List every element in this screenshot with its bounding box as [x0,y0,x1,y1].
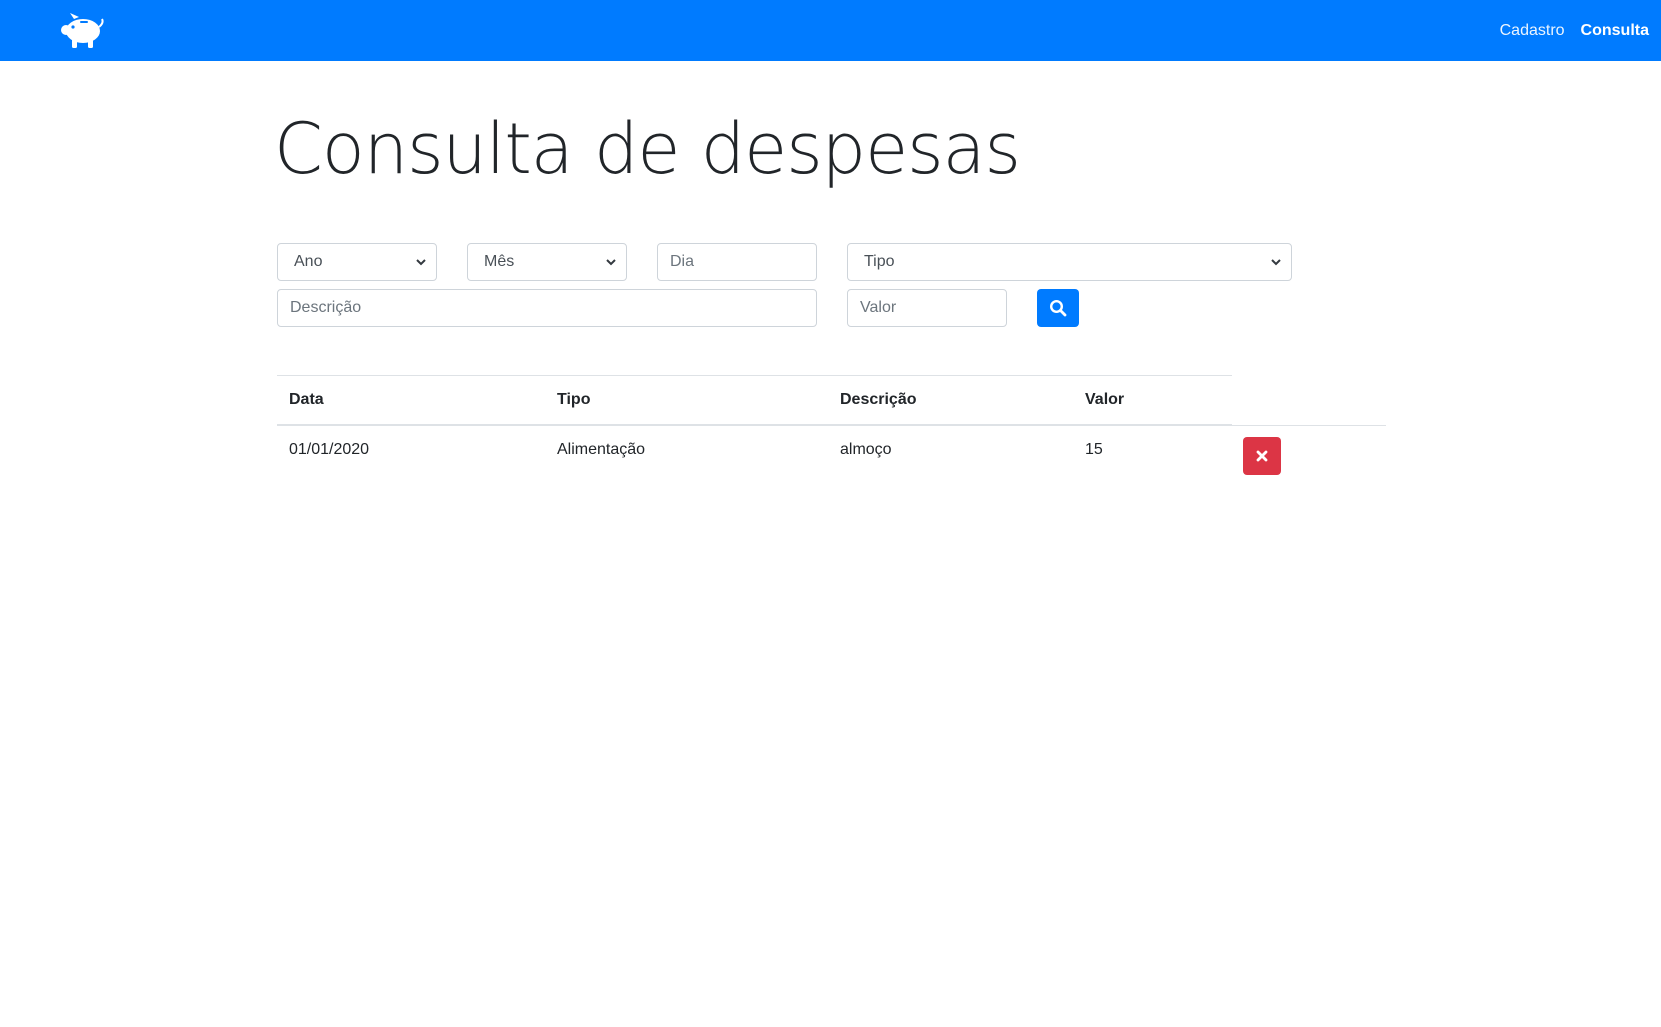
piggy-bank-icon[interactable] [60,13,104,49]
chevron-down-icon [1271,259,1281,266]
search-button[interactable] [1037,289,1079,327]
header-tipo: Tipo [557,391,591,408]
cell-data: 01/01/2020 [289,441,370,458]
page-title: Consulta de despesas [274,108,1021,190]
chevron-down-icon [416,259,426,266]
cell-valor: 15 [1085,441,1103,458]
header-valor: Valor [1085,391,1125,408]
close-icon [1256,450,1268,462]
valor-placeholder: Valor [860,299,897,316]
table-head-border [277,424,1232,426]
tipo-select-value: Tipo [864,253,895,270]
mes-select[interactable]: Mês [467,243,627,281]
dia-placeholder: Dia [670,253,695,270]
descricao-input[interactable]: Descrição [277,289,817,327]
nav-link-cadastro[interactable]: Cadastro [1500,22,1565,40]
cell-descricao: almoço [840,441,892,458]
ano-select-value: Ano [294,253,323,270]
chevron-down-icon [606,259,616,266]
nav-links: Cadastro Consulta [1500,0,1649,61]
nav-link-consulta[interactable]: Consulta [1581,22,1649,40]
valor-input[interactable]: Valor [847,289,1007,327]
row-top-border [1232,425,1386,426]
mes-select-value: Mês [484,253,515,270]
header-data: Data [289,391,324,408]
tipo-select[interactable]: Tipo [847,243,1292,281]
search-icon [1049,299,1067,317]
cell-tipo: Alimentação [557,441,646,458]
navbar: Cadastro Consulta [0,0,1661,61]
header-descricao: Descrição [840,391,917,408]
descricao-placeholder: Descrição [290,299,362,316]
dia-input[interactable]: Dia [657,243,817,281]
ano-select[interactable]: Ano [277,243,437,281]
table-top-border [277,375,1232,376]
delete-button[interactable] [1243,437,1281,475]
